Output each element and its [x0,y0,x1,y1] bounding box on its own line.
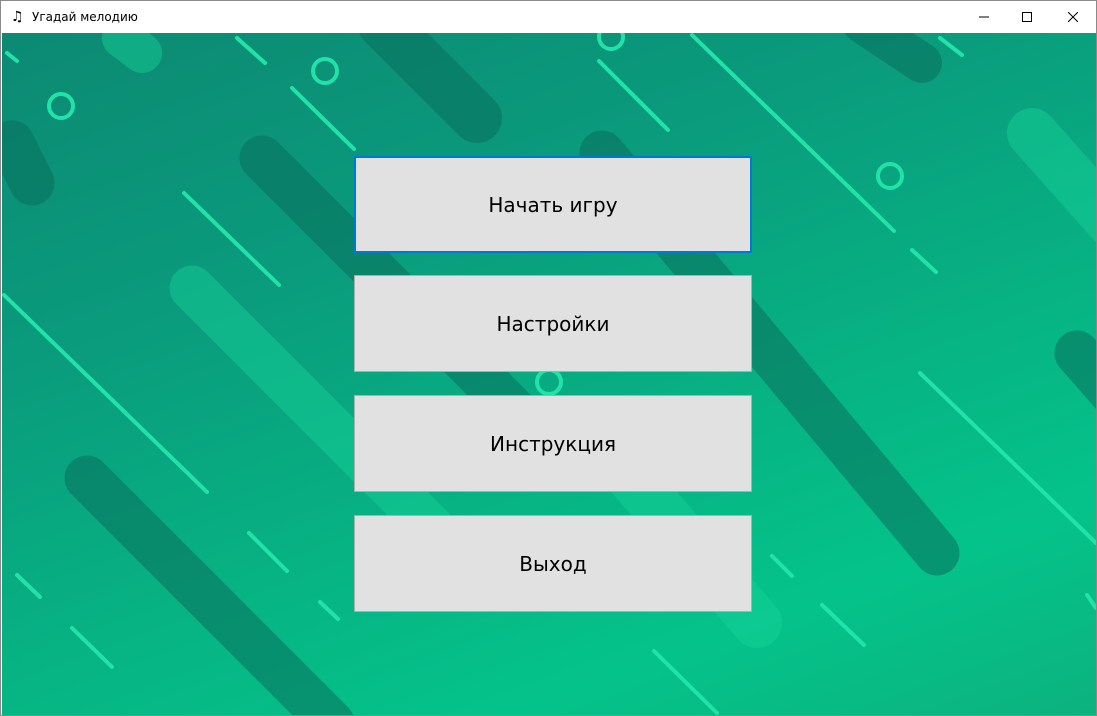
app-window: ♫ Угадай мелодию Начать игру Настройки И… [0,0,1097,716]
minimize-button[interactable] [961,1,1007,33]
window-title: Угадай мелодию [32,10,138,24]
exit-button[interactable]: Выход [354,515,752,612]
maximize-icon [1022,12,1032,22]
maximize-button[interactable] [1004,1,1050,33]
minimize-icon [979,16,989,18]
main-menu-panel: Начать игру Настройки Инструкция Выход [2,33,1096,715]
title-bar[interactable]: ♫ Угадай мелодию [1,1,1096,33]
background-pattern [2,33,1096,715]
close-button[interactable] [1050,1,1096,33]
settings-button[interactable]: Настройки [354,275,752,372]
instructions-button[interactable]: Инструкция [354,395,752,492]
music-note-icon: ♫ [11,9,24,25]
start-game-button[interactable]: Начать игру [354,156,752,253]
close-icon [1068,12,1078,22]
